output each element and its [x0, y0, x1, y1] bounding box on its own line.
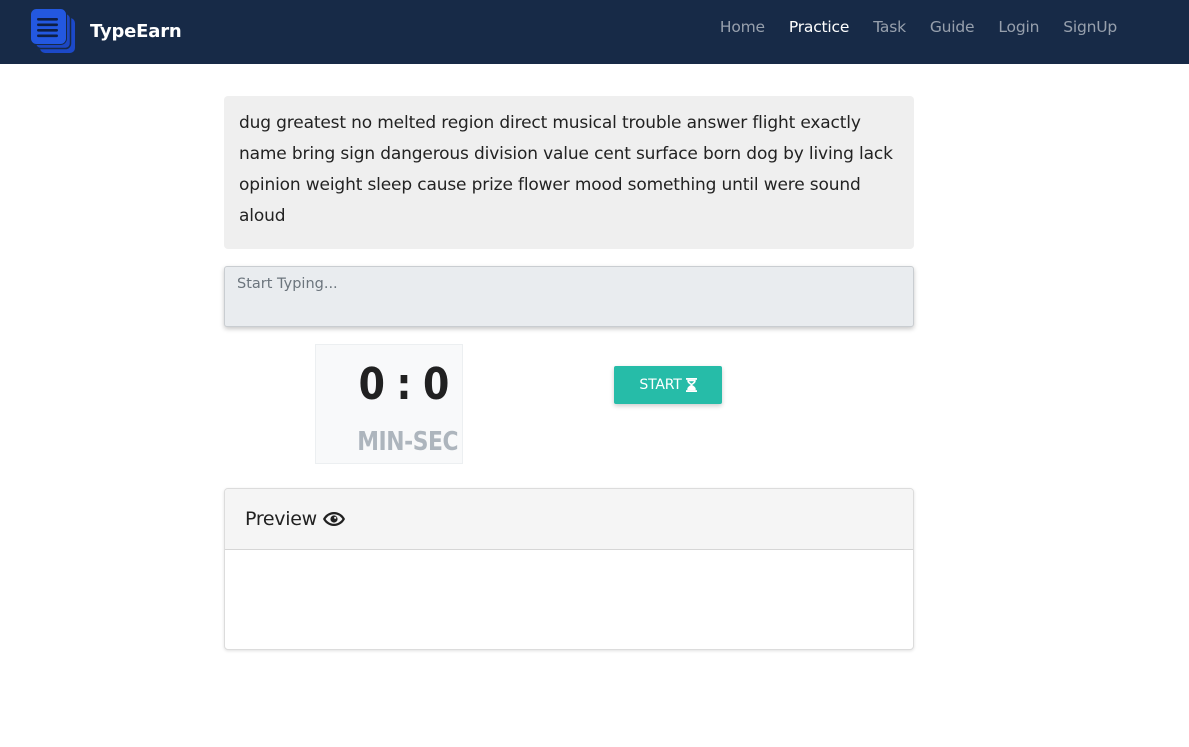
nav-item-task[interactable]: Task	[873, 18, 906, 36]
typing-input[interactable]	[224, 266, 914, 327]
start-button[interactable]: START	[614, 366, 722, 404]
nav-item-practice[interactable]: Practice	[789, 18, 850, 36]
navbar: TypeEarn Home Practice Task Guide Login …	[0, 0, 1189, 64]
practice-prompt-text: dug greatest no melted region direct mus…	[239, 113, 893, 226]
practice-prompt-box: dug greatest no melted region direct mus…	[224, 96, 914, 249]
preview-header: Preview	[225, 489, 913, 550]
nav-item-home[interactable]: Home	[720, 18, 765, 36]
nav-item-login[interactable]: Login	[998, 18, 1039, 36]
timer-unit-label: MIN-SEC	[357, 427, 458, 457]
nav-item-guide[interactable]: Guide	[930, 18, 975, 36]
eye-icon	[322, 512, 345, 526]
preview-body	[225, 550, 913, 649]
nav-item-signup[interactable]: SignUp	[1063, 18, 1117, 36]
brand-link[interactable]: TypeEarn	[30, 8, 182, 54]
preview-card: Preview	[224, 488, 914, 650]
nav-links: Home Practice Task Guide Login SignUp	[696, 0, 1117, 54]
timer-value: 0 : 0	[358, 359, 449, 410]
stacked-documents-icon	[30, 8, 75, 53]
brand-name: TypeEarn	[90, 20, 182, 42]
preview-title: Preview	[245, 508, 317, 530]
start-button-label: START	[639, 377, 682, 393]
hourglass-icon	[685, 378, 697, 392]
timer-display: 0 : 0 MIN-SEC	[315, 344, 463, 464]
